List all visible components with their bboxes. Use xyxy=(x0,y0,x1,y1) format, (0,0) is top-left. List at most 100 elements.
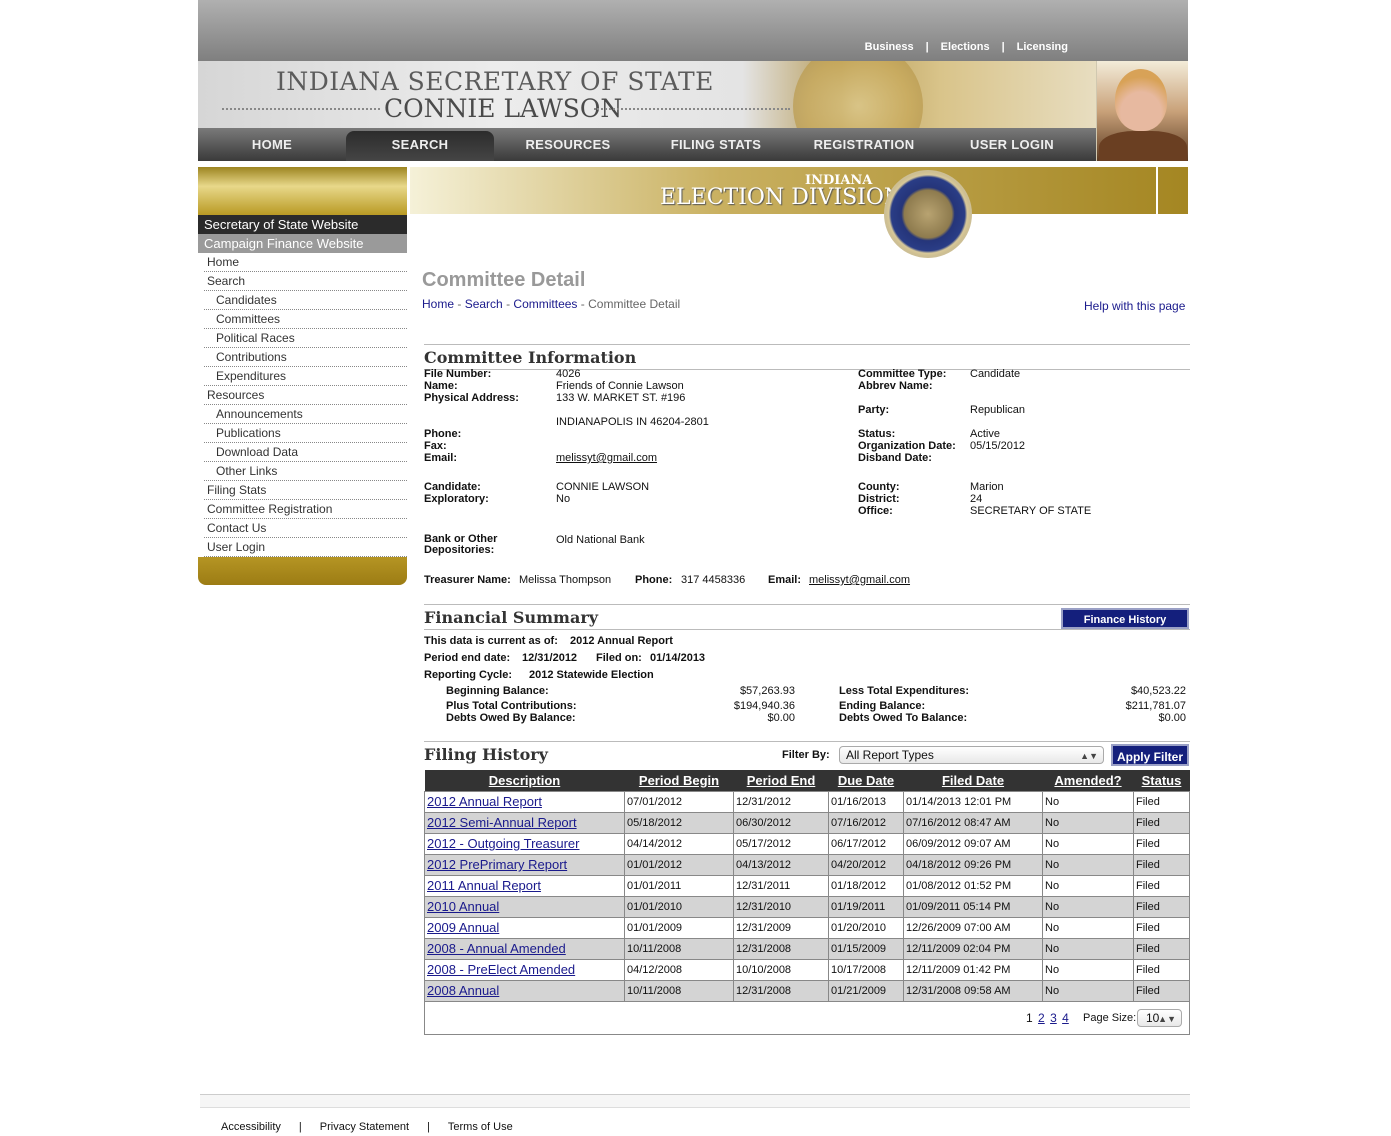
report-link[interactable]: 2012 PrePrimary Report xyxy=(427,857,567,872)
report-link[interactable]: 2008 - PreElect Amended xyxy=(427,962,575,977)
photo-head xyxy=(1115,69,1167,131)
cell-status: Filed xyxy=(1133,937,1190,960)
nav-user-login[interactable]: USER LOGIN xyxy=(938,128,1086,161)
page-size-select[interactable]: 10 ▲▼ xyxy=(1137,1009,1182,1027)
sidebar-item-resources[interactable]: Resources xyxy=(204,386,407,405)
finance-history-button[interactable]: Finance History xyxy=(1061,608,1189,629)
treasurer-email-link[interactable]: melissyt@gmail.com xyxy=(809,574,910,586)
file-number-value: 4026 xyxy=(556,368,581,380)
nav-home[interactable]: HOME xyxy=(198,128,346,161)
footer-link-accessibility[interactable]: Accessibility xyxy=(221,1121,281,1133)
breadcrumb-committees[interactable]: Committees xyxy=(513,297,577,311)
sidebar-link-sos-website[interactable]: Secretary of State Website xyxy=(198,215,407,234)
section-title: Financial Summary xyxy=(424,608,599,627)
banner-title: INDIANA SECRETARY OF STATE xyxy=(276,67,714,96)
sidebar-item-committees[interactable]: Committees xyxy=(204,310,407,329)
separator: | xyxy=(925,41,929,53)
nav-search[interactable]: SEARCH xyxy=(346,131,494,161)
top-link-business[interactable]: Business xyxy=(865,41,914,53)
sidebar-item-contact-us[interactable]: Contact Us xyxy=(204,519,407,538)
report-link[interactable]: 2012 - Outgoing Treasurer xyxy=(427,836,579,851)
party-label: Party: xyxy=(858,404,890,416)
sidebar-item-other-links[interactable]: Other Links xyxy=(204,462,407,481)
name-label: Name: xyxy=(424,380,458,392)
main-nav: HOME SEARCH RESOURCES FILING STATS REGIS… xyxy=(198,128,1096,161)
sidebar-item-announcements[interactable]: Announcements xyxy=(204,405,407,424)
column-header-period-end[interactable]: Period End xyxy=(733,770,829,791)
cell-period-begin: 04/14/2012 xyxy=(624,832,734,855)
cell-filed-date: 07/16/2012 08:47 AM xyxy=(903,811,1043,834)
email-link[interactable]: melissyt@gmail.com xyxy=(556,452,657,464)
pagination: 1 2 3 4 xyxy=(1026,1011,1069,1025)
treasurer-phone-value: 317 4458336 xyxy=(681,574,746,586)
report-type-select[interactable]: All Report Types ▲▼ xyxy=(839,746,1104,764)
sidebar-item-political-races[interactable]: Political Races xyxy=(204,329,407,348)
sidebar-item-committee-registration[interactable]: Committee Registration xyxy=(204,500,407,519)
cell-period-end: 12/31/2009 xyxy=(733,916,829,939)
cell-due-date: 01/19/2011 xyxy=(828,895,904,918)
cell-period-begin: 01/01/2010 xyxy=(624,895,734,918)
nav-filing-stats[interactable]: FILING STATS xyxy=(642,128,790,161)
table-row: 2011 Annual Report 01/01/2011 12/31/2011 01… xyxy=(424,874,1190,897)
treasurer-email-label: Email: xyxy=(768,574,802,586)
cell-description: 2012 PrePrimary Report xyxy=(424,853,625,876)
filing-history-rows: 2012 Annual Report 07/01/2012 12/31/2012 01… xyxy=(424,790,1190,1002)
header-banner: INDIANA SECRETARY OF STATE CONNIE LAWSON xyxy=(198,61,1188,128)
sidebar-item-publications[interactable]: Publications xyxy=(204,424,407,443)
footer-link-terms[interactable]: Terms of Use xyxy=(448,1121,513,1133)
total-contributions-value: $194,940.36 xyxy=(733,700,795,712)
report-link[interactable]: 2009 Annual xyxy=(427,920,499,935)
exploratory-value: No xyxy=(556,493,571,505)
footer-link-privacy[interactable]: Privacy Statement xyxy=(320,1121,409,1133)
top-link-elections[interactable]: Elections xyxy=(941,41,990,53)
nav-resources[interactable]: RESOURCES xyxy=(494,128,642,161)
column-header-status[interactable]: Status xyxy=(1133,770,1190,791)
sidebar-item-home[interactable]: Home xyxy=(204,253,407,272)
sidebar-item-search[interactable]: Search xyxy=(204,272,407,291)
column-header-amended[interactable]: Amended? xyxy=(1042,770,1134,791)
table-header-row: Description Period Begin Period End Due … xyxy=(424,770,1190,791)
sidebar-item-candidates[interactable]: Candidates xyxy=(204,291,407,310)
page-link[interactable]: 2 xyxy=(1038,1011,1045,1025)
breadcrumb-separator: - xyxy=(457,297,465,311)
breadcrumb-home[interactable]: Home xyxy=(422,297,454,311)
column-header-period-begin[interactable]: Period Begin xyxy=(624,770,734,791)
reporting-cycle-label: Reporting Cycle: xyxy=(424,669,513,681)
cell-filed-date: 12/31/2008 09:58 AM xyxy=(903,979,1043,1002)
cell-status: Filed xyxy=(1133,979,1190,1002)
sidebar-item-expenditures[interactable]: Expenditures xyxy=(204,367,407,386)
filed-on-label: Filed on: xyxy=(596,652,642,664)
table-row: 2008 - Annual Amended 10/11/2008 12/31/200… xyxy=(424,937,1190,960)
report-type-value: All Report Types xyxy=(846,748,934,762)
sidebar-item-user-login[interactable]: User Login xyxy=(204,538,407,557)
disband-date-label: Disband Date: xyxy=(858,452,932,464)
sidebar-item-contributions[interactable]: Contributions xyxy=(204,348,407,367)
page-link[interactable]: 3 xyxy=(1050,1011,1057,1025)
column-header-description[interactable]: Description xyxy=(424,770,625,791)
cell-amended: No xyxy=(1042,790,1134,813)
cell-status: Filed xyxy=(1133,853,1190,876)
sidebar-item-filing-stats[interactable]: Filing Stats xyxy=(204,481,407,500)
page-link[interactable]: 4 xyxy=(1062,1011,1069,1025)
sidebar-item-download-data[interactable]: Download Data xyxy=(204,443,407,462)
debts-owed-by-label: Debts Owed By Balance: xyxy=(446,712,576,724)
report-link[interactable]: 2010 Annual xyxy=(427,899,499,914)
report-link[interactable]: 2012 Annual Report xyxy=(427,794,542,809)
column-header-filed-date[interactable]: Filed Date xyxy=(903,770,1043,791)
help-link[interactable]: Help with this page xyxy=(1084,299,1185,313)
top-link-licensing[interactable]: Licensing xyxy=(1017,41,1068,53)
report-link[interactable]: 2008 - Annual Amended xyxy=(427,941,566,956)
organization-date-value: 05/15/2012 xyxy=(970,440,1026,452)
report-link[interactable]: 2008 Annual xyxy=(427,983,499,998)
cell-filed-date: 12/26/2009 07:00 AM xyxy=(903,916,1043,939)
cell-amended: No xyxy=(1042,853,1134,876)
apply-filter-button[interactable]: Apply Filter xyxy=(1111,744,1189,766)
cell-period-end: 12/31/2010 xyxy=(733,895,829,918)
breadcrumb-search[interactable]: Search xyxy=(465,297,503,311)
nav-registration[interactable]: REGISTRATION xyxy=(790,128,938,161)
report-link[interactable]: 2011 Annual Report xyxy=(427,878,541,893)
column-header-due-date[interactable]: Due Date xyxy=(828,770,904,791)
cell-due-date: 10/17/2008 xyxy=(828,958,904,981)
report-link[interactable]: 2012 Semi-Annual Report xyxy=(427,815,577,830)
sidebar-link-campaign-finance[interactable]: Campaign Finance Website xyxy=(198,234,407,253)
